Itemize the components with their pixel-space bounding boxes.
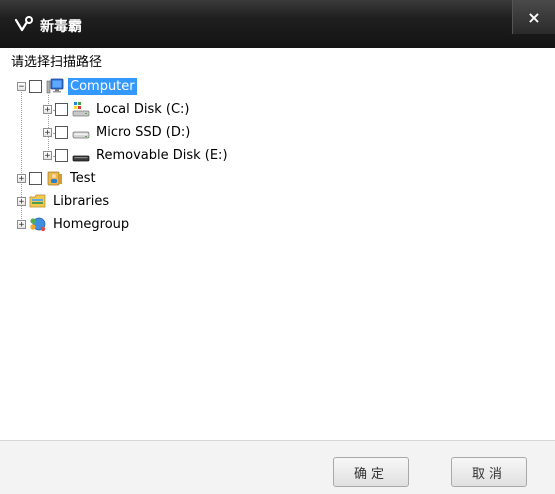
homegroup-icon — [30, 217, 46, 232]
tree-item-test[interactable]: + Test — [17, 168, 98, 188]
system-drive-icon — [72, 102, 90, 117]
removable-disk-label[interactable]: Removable Disk (E:) — [94, 147, 230, 164]
expand-toggle[interactable]: + — [43, 127, 52, 137]
user-folder-icon — [47, 171, 62, 186]
tree-item-computer[interactable]: − Computer — [17, 76, 137, 96]
expand-toggle[interactable]: + — [17, 196, 26, 206]
tree-item-libraries[interactable]: + Libraries — [17, 191, 111, 211]
tree-item-micro-ssd[interactable]: + Micro SSD (D:) — [43, 122, 192, 142]
expand-toggle[interactable]: + — [17, 219, 26, 229]
expand-toggle[interactable]: + — [17, 173, 26, 183]
libraries-icon — [29, 194, 46, 208]
scan-path-dialog: 新毒霸 × 请选择扫描路径 − Computer + Local Disk (C… — [0, 0, 555, 494]
micro-ssd-checkbox[interactable] — [55, 125, 68, 139]
expand-toggle[interactable]: + — [43, 150, 52, 160]
expand-toggle[interactable]: + — [43, 104, 52, 114]
tree-item-removable-disk[interactable]: + Removable Disk (E:) — [43, 145, 230, 165]
test-label[interactable]: Test — [68, 170, 98, 187]
homegroup-label[interactable]: Homegroup — [51, 216, 131, 233]
removable-disk-checkbox[interactable] — [55, 148, 68, 162]
dialog-footer: 确定 取消 — [0, 440, 555, 494]
local-disk-label[interactable]: Local Disk (C:) — [94, 101, 191, 118]
computer-checkbox[interactable] — [29, 79, 42, 93]
test-checkbox[interactable] — [29, 171, 42, 185]
computer-label[interactable]: Computer — [68, 77, 137, 95]
removable-drive-icon — [72, 155, 90, 162]
drive-icon — [72, 131, 90, 139]
tree-item-local-disk[interactable]: + Local Disk (C:) — [43, 99, 191, 119]
libraries-label[interactable]: Libraries — [51, 193, 111, 210]
folder-tree: − Computer + Local Disk (C:) + Micro SSD… — [0, 0, 555, 440]
ok-button[interactable]: 确定 — [333, 457, 409, 487]
computer-icon — [46, 78, 64, 94]
tree-item-homegroup[interactable]: + Homegroup — [17, 214, 131, 234]
micro-ssd-label[interactable]: Micro SSD (D:) — [94, 124, 192, 141]
collapse-toggle[interactable]: − — [17, 81, 26, 91]
cancel-button[interactable]: 取消 — [451, 457, 527, 487]
local-disk-checkbox[interactable] — [55, 102, 68, 116]
